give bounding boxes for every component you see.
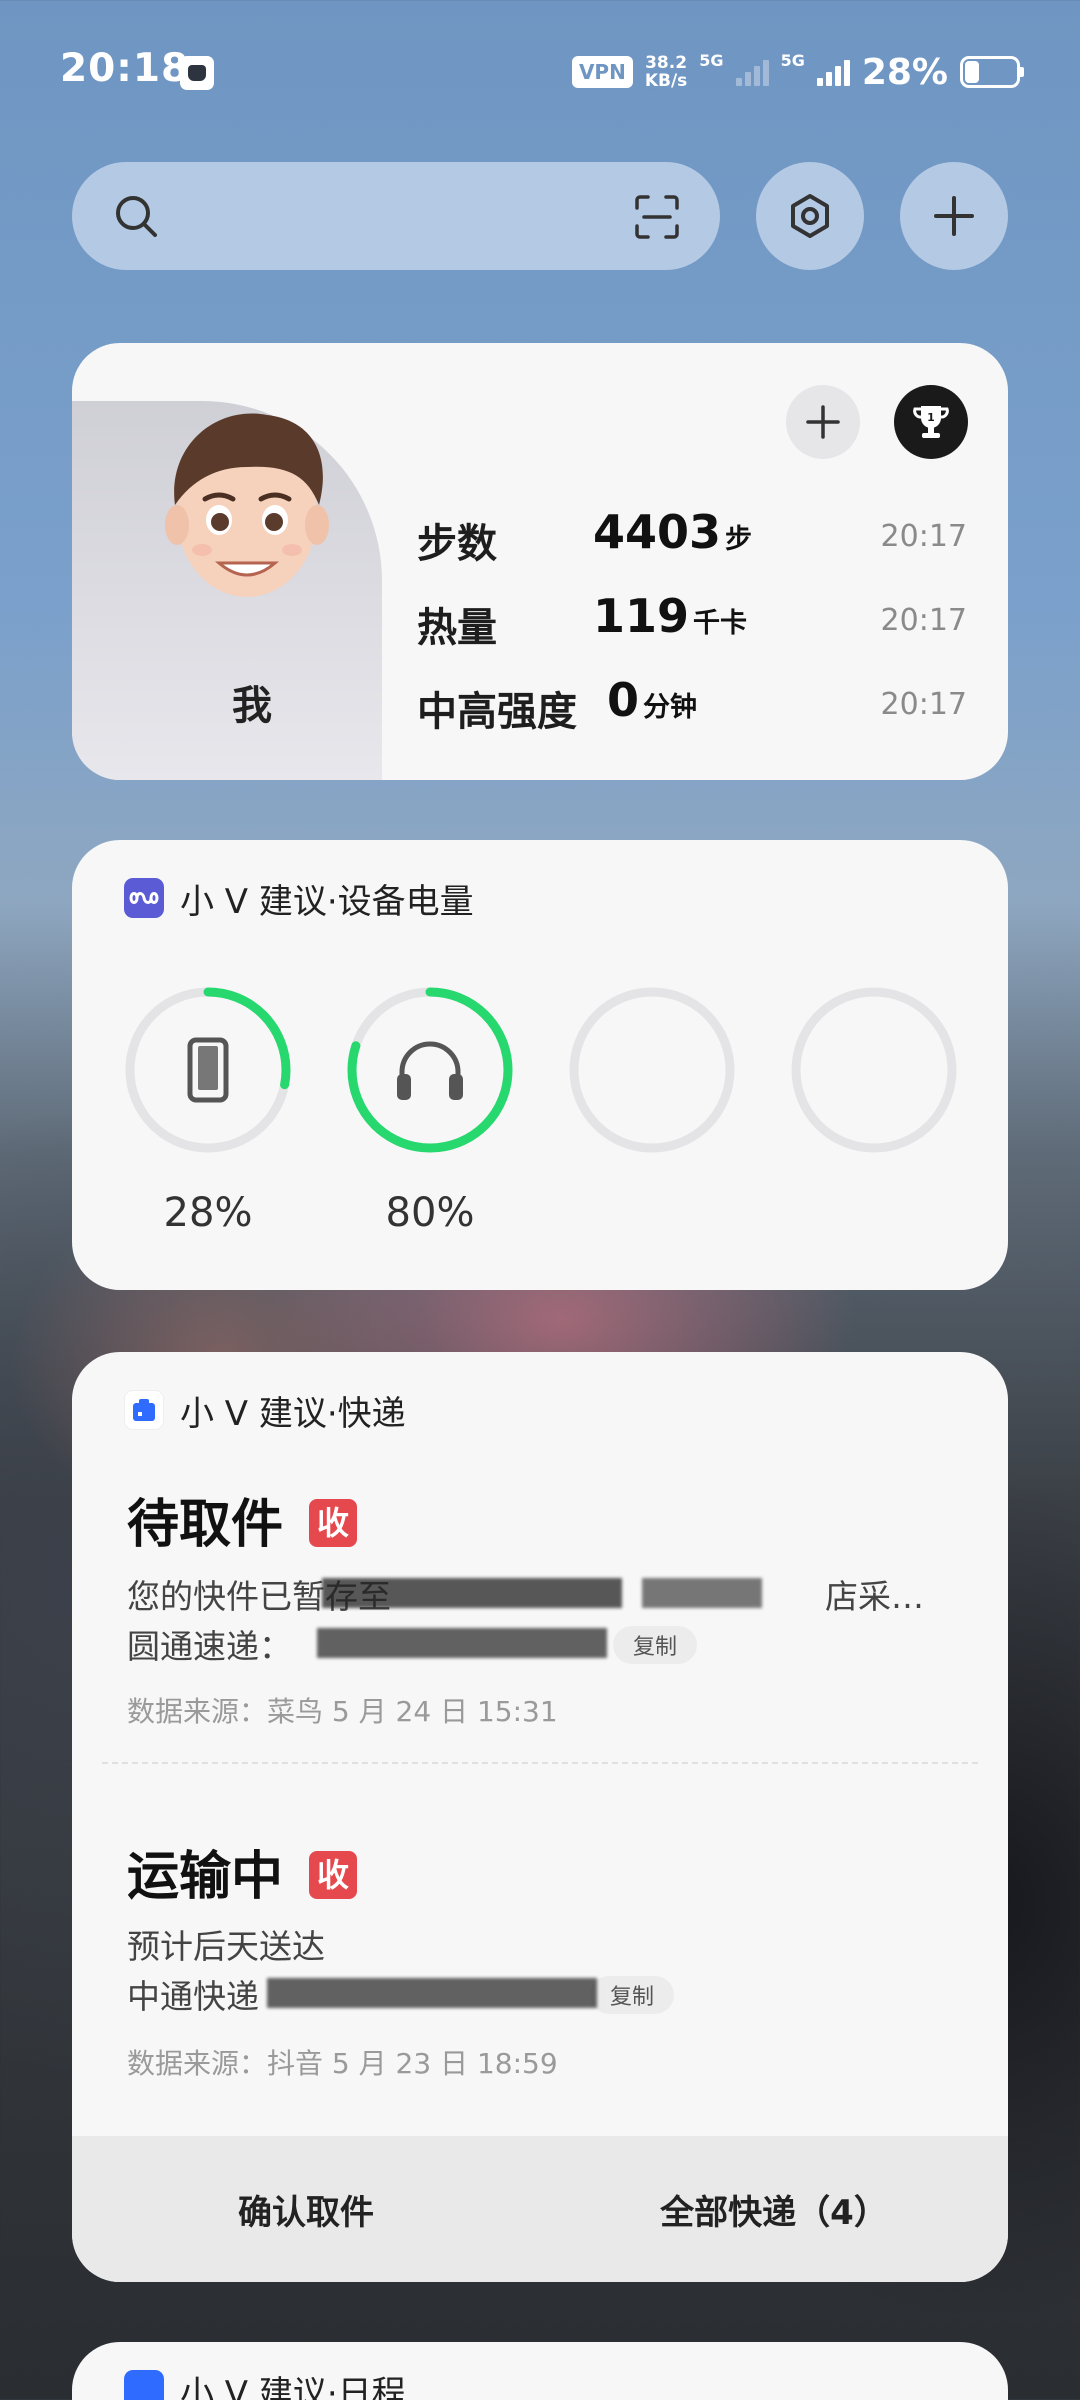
package-message-end: 店采… [825, 1577, 924, 1616]
confirm-pickup-button[interactable]: 确认取件 [72, 2136, 540, 2282]
receive-badge: 收 [309, 1851, 358, 1899]
battery-percent-label: 28% [163, 1190, 253, 1236]
schedule-card[interactable]: 小 V 建议·日程 [72, 2342, 1008, 2400]
status-bar: 20:18 VPN 38.2 KB/s 5G 5G 28% [0, 0, 1080, 145]
battery-ring-2[interactable] [342, 982, 518, 1158]
notification-app-icon [180, 56, 214, 90]
calories-unit: 千卡 [693, 608, 748, 639]
calories-time: 20:17 [880, 603, 967, 638]
express-card[interactable]: 小 V 建议·快递 待取件收 您的快件已暂存至 店采… 圆通速递： 复制 数据来… [72, 1352, 1008, 2282]
settings-icon [791, 194, 829, 238]
all-packages-button[interactable]: 全部快递（4） [540, 2136, 1008, 2282]
intensity-value: 0 [607, 673, 640, 727]
network-speed-unit: KB/s [644, 71, 688, 91]
steps-time: 20:17 [880, 519, 967, 554]
steps-value: 4403 [593, 505, 722, 559]
add-button[interactable] [900, 162, 1008, 270]
trophy-button[interactable]: 1 [894, 385, 968, 459]
calories-row: 热量 119 千卡 20:17 [417, 587, 967, 651]
headphones-icon [397, 1041, 463, 1100]
copy-button[interactable]: 复制 [613, 1626, 698, 1664]
device-battery-card[interactable]: 小 V 建议·设备电量 28% 80% [72, 840, 1008, 1290]
search-icon [116, 196, 157, 237]
trophy-icon: 1 [913, 406, 949, 438]
add-icon [806, 405, 840, 439]
steps-unit: 步 [725, 524, 753, 555]
card-title: 小 V 建议·日程 [180, 2373, 406, 2400]
calories-label: 热量 [417, 605, 497, 651]
calories-value: 119 [593, 589, 690, 643]
intensity-label: 中高强度 [417, 689, 577, 735]
scan-icon[interactable] [634, 194, 680, 240]
package-icon [124, 1390, 164, 1430]
signal-icon-2 [816, 58, 850, 86]
card-header: 小 V 建议·快递 [124, 1388, 406, 1434]
settings-button[interactable] [756, 162, 864, 270]
package-status: 待取件收 [127, 1482, 358, 1557]
health-add-button[interactable] [786, 385, 860, 459]
intensity-time: 20:17 [880, 687, 967, 722]
battery-percent-label: 80% [385, 1190, 475, 1236]
card-header: 小 V 建议·日程 [124, 2368, 406, 2400]
add-icon [934, 196, 974, 236]
network-type-1: 5G [699, 50, 724, 70]
package-status-text: 待取件 [127, 1495, 284, 1555]
search-bar[interactable] [72, 162, 720, 270]
battery-ring-3[interactable] [564, 982, 740, 1158]
card-title: 小 V 建议·快递 [180, 1393, 406, 1434]
redacted-address [642, 1578, 762, 1608]
status-time: 20:18 [60, 46, 190, 91]
data-source: 数据来源：菜鸟 5 月 24 日 15:31 [127, 1695, 558, 1728]
signal-icon-1 [735, 58, 769, 86]
copy-button[interactable]: 复制 [590, 1976, 675, 2014]
card-title: 小 V 建议·设备电量 [180, 881, 474, 922]
package-message: 预计后天送达 [127, 1927, 325, 1966]
phone-icon [187, 1037, 229, 1103]
express-footer: 确认取件 全部快递（4） [72, 2136, 1008, 2282]
data-source: 数据来源：抖音 5 月 23 日 18:59 [127, 2047, 558, 2080]
battery-icon [960, 56, 1024, 88]
intensity-unit: 分钟 [643, 692, 698, 723]
carrier-label: 圆通速递： [127, 1627, 292, 1666]
avatar[interactable] [147, 395, 347, 625]
vpn-badge: VPN [571, 56, 633, 88]
battery-ring-track [569, 987, 735, 1153]
package-status-text: 运输中 [127, 1847, 284, 1907]
redacted-tracking-number [317, 1628, 607, 1658]
card-header: 小 V 建议·设备电量 [124, 876, 474, 922]
network-speed: 38.2 KB/s [645, 54, 687, 90]
intensity-row: 中高强度 0 分钟 20:17 [417, 671, 967, 735]
health-card[interactable]: 我 1 步数 4403 步 20:17 热量 119 千卡 20:17 中高强度 0 [72, 343, 1008, 780]
battery-ring-track [791, 987, 957, 1153]
profile-name: 我 [232, 683, 272, 729]
status-indicators: VPN 38.2 KB/s 5G 5G 28% [571, 50, 1024, 94]
steps-row: 步数 4403 步 20:17 [417, 503, 967, 567]
calendar-icon [124, 2370, 164, 2400]
carrier-label: 中通快递 [127, 1977, 259, 2016]
battery-percent: 28% [861, 51, 948, 93]
svg-text:1: 1 [927, 411, 935, 424]
infinity-icon [124, 878, 164, 918]
battery-ring-1[interactable] [120, 982, 296, 1158]
network-speed-value: 38.2 [645, 53, 688, 73]
redacted-tracking-number [267, 1978, 597, 2008]
package-status: 运输中收 [127, 1834, 358, 1909]
redacted-address [322, 1578, 622, 1608]
network-type-2: 5G [780, 50, 805, 70]
receive-badge: 收 [309, 1499, 358, 1547]
steps-label: 步数 [417, 521, 497, 567]
battery-ring-4[interactable] [786, 982, 962, 1158]
divider [102, 1762, 978, 1764]
